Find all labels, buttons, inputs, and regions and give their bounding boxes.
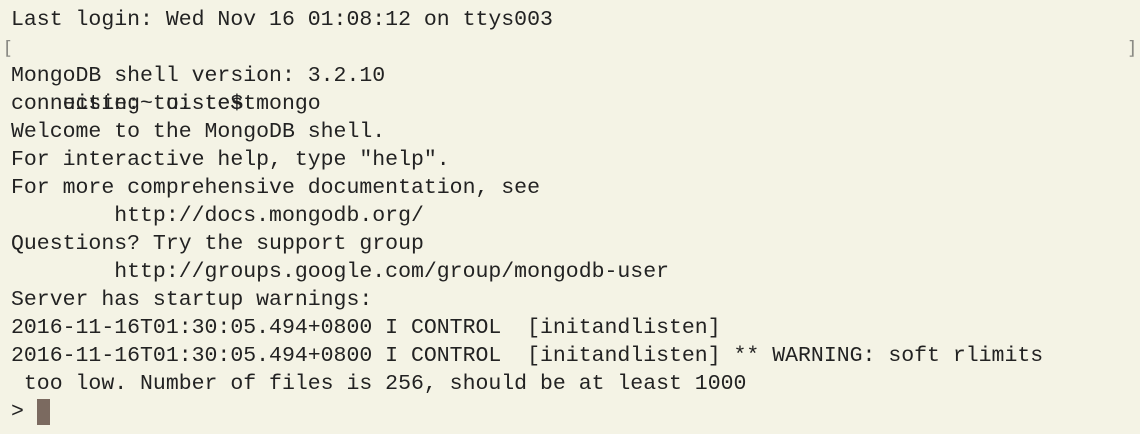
terminal-line-questions: Questions? Try the support group xyxy=(11,232,424,256)
terminal-line-startup-warnings: Server has startup warnings: xyxy=(11,288,373,312)
terminal-line-version: MongoDB shell version: 3.2.10 xyxy=(11,64,386,88)
terminal-line-connecting: connecting to: test xyxy=(11,92,257,116)
text-cursor xyxy=(36,399,50,425)
mark-open: [ xyxy=(2,37,14,59)
terminal-line-control-1: 2016-11-16T01:30:05.494+0800 I CONTROL [… xyxy=(11,316,721,340)
terminal-line-help: For interactive help, type "help". xyxy=(11,148,450,172)
terminal-line-docs: For more comprehensive documentation, se… xyxy=(11,176,540,200)
terminal-line-rlimits: too low. Number of files is 256, should … xyxy=(11,372,747,396)
prompt-symbol: > xyxy=(11,400,24,424)
terminal-line-group-url: http://groups.google.com/group/mongodb-u… xyxy=(11,260,670,284)
mark-close: ] xyxy=(1126,37,1138,59)
terminal-prompt-line[interactable]: > xyxy=(0,398,1140,426)
terminal-line-last-login: Last login: Wed Nov 16 01:08:12 on ttys0… xyxy=(11,8,553,32)
terminal-line-welcome: Welcome to the MongoDB shell. xyxy=(11,120,386,144)
terminal-window[interactable]: Last login: Wed Nov 16 01:08:12 on ttys0… xyxy=(0,0,1140,434)
terminal-line-control-2: 2016-11-16T01:30:05.494+0800 I CONTROL [… xyxy=(11,344,1044,368)
terminal-line-docs-url: http://docs.mongodb.org/ xyxy=(11,204,424,228)
terminal-line-command: [ uiste:~ uiste$ mongo ] xyxy=(0,34,1140,116)
